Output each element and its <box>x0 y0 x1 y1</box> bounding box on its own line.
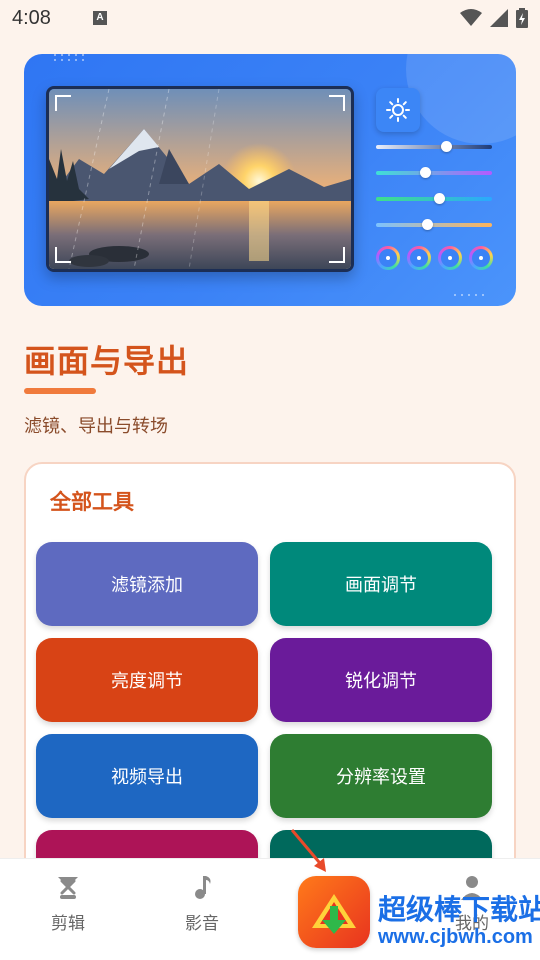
nav-item-media[interactable]: 影音 <box>162 873 242 934</box>
title-underline <box>24 388 96 394</box>
slider-knob <box>433 193 445 204</box>
tool-resolution-settings-button[interactable]: 分辨率设置 <box>270 734 492 818</box>
page-subtitle: 滤镜、导出与转场 <box>24 416 168 437</box>
color-ring-icon <box>469 246 493 270</box>
signal-icon <box>490 9 508 27</box>
contrast-slider <box>376 167 492 178</box>
clip-icon <box>58 877 78 899</box>
tool-video-export-button[interactable]: 视频导出 <box>36 734 258 818</box>
watermark-text-main: 超级棒下载站 <box>378 893 540 926</box>
battery-charging-icon <box>516 8 528 28</box>
color-ring-icon <box>376 246 400 270</box>
tools-panel: 全部工具 滤镜添加 画面调节 亮度调节 锐化调节 视频导出 分辨率设置 <box>24 462 516 882</box>
nav-label-media: 影音 <box>185 914 219 934</box>
tool-filter-add-button[interactable]: 滤镜添加 <box>36 542 258 626</box>
status-icons <box>460 8 528 28</box>
tool-brightness-adjust-button[interactable]: 亮度调节 <box>36 638 258 722</box>
page-title: 画面与导出 <box>24 342 190 380</box>
landscape-illustration <box>49 89 351 269</box>
music-note-icon <box>195 876 211 899</box>
hero-dots-bottom <box>454 294 486 296</box>
tool-sharpen-adjust-button[interactable]: 锐化调节 <box>270 638 492 722</box>
slider-knob <box>422 219 434 230</box>
watermark-logo <box>298 876 370 948</box>
wifi-icon <box>460 9 482 26</box>
nav-label-clip: 剪辑 <box>51 914 85 934</box>
tool-picture-adjust-button[interactable]: 画面调节 <box>270 542 492 626</box>
hero-banner <box>24 54 516 306</box>
slider-knob <box>440 141 452 152</box>
tools-heading: 全部工具 <box>50 490 134 514</box>
arrow-icon <box>290 829 326 872</box>
hero-glow <box>406 54 516 144</box>
sun-icon <box>376 88 420 132</box>
color-rings <box>376 246 493 270</box>
nav-item-clip[interactable]: 剪辑 <box>28 873 108 934</box>
site-watermark: 超级棒下载站 www.cjbwh.com <box>290 829 540 960</box>
slider-knob <box>419 167 431 178</box>
hero-dots-top <box>54 54 86 61</box>
color-ring-icon <box>438 246 462 270</box>
saturation-slider <box>376 193 492 204</box>
crop-corner <box>329 247 345 263</box>
watermark-text-url: www.cjbwh.com <box>378 926 533 948</box>
status-time: 4:08 <box>12 6 51 29</box>
temperature-slider <box>376 219 492 230</box>
mountain-lake-sunset-photo <box>46 86 354 272</box>
crop-corner <box>55 247 71 263</box>
a-icon: A <box>92 11 107 25</box>
crop-corner <box>329 95 345 111</box>
color-ring-icon <box>407 246 431 270</box>
status-bar: 4:08 A <box>0 0 540 36</box>
crop-corner <box>55 95 71 111</box>
brightness-slider <box>376 141 492 152</box>
